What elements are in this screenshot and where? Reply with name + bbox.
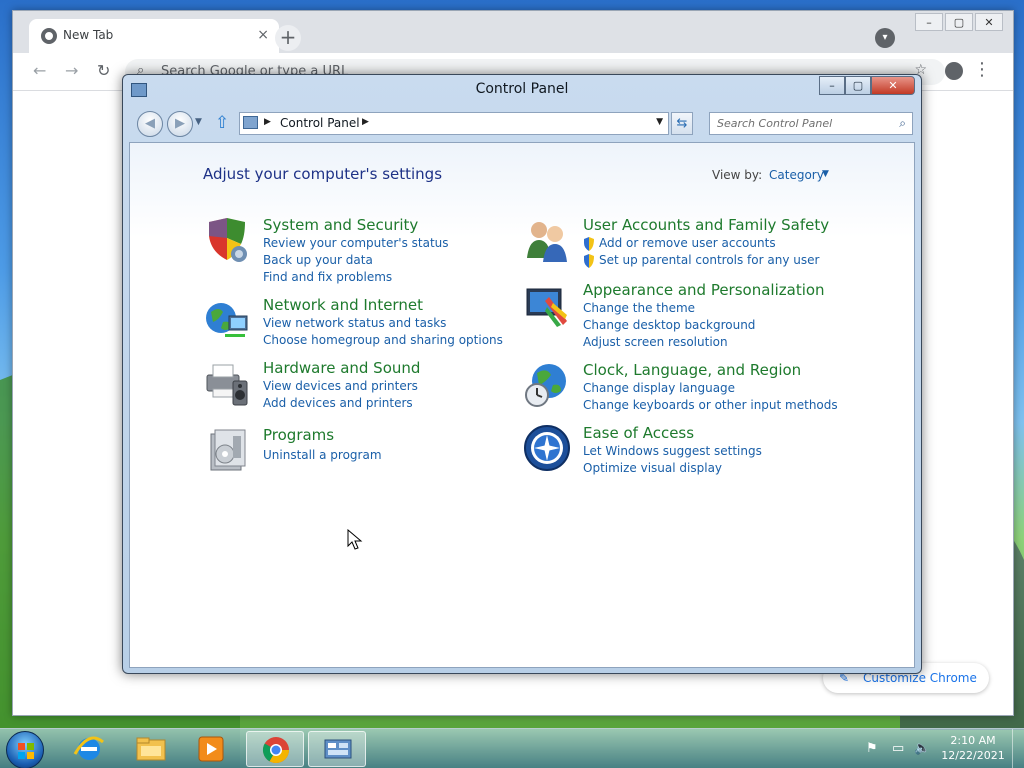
view-by-label: View by: bbox=[712, 168, 763, 182]
clock-time: 2:10 AM bbox=[950, 734, 996, 747]
new-tab-button[interactable]: + bbox=[275, 25, 301, 51]
ease-of-access-icon bbox=[524, 425, 570, 471]
breadcrumb-arrow-icon[interactable]: ▶ bbox=[264, 117, 271, 127]
chrome-close-button[interactable]: ✕ bbox=[975, 13, 1003, 31]
category-title[interactable]: User Accounts and Family Safety bbox=[583, 216, 829, 234]
breadcrumb-arrow-icon[interactable]: ▶ bbox=[362, 117, 369, 127]
chrome-maximize-button[interactable]: ▢ bbox=[945, 13, 973, 31]
uac-shield-icon bbox=[584, 237, 594, 251]
link-review-status[interactable]: Review your computer's status bbox=[263, 236, 449, 250]
profile-avatar-icon[interactable] bbox=[945, 62, 963, 80]
media-player-icon bbox=[198, 736, 224, 762]
category-title[interactable]: System and Security bbox=[263, 216, 418, 234]
link-uninstall-program[interactable]: Uninstall a program bbox=[263, 448, 382, 462]
link-back-up-data[interactable]: Back up your data bbox=[263, 253, 373, 267]
link-find-fix-problems[interactable]: Find and fix problems bbox=[263, 270, 392, 284]
taskbar-internet-explorer[interactable] bbox=[60, 731, 118, 767]
link-display-language[interactable]: Change display language bbox=[583, 381, 735, 395]
chrome-tab-title: New Tab bbox=[63, 28, 114, 42]
monitor-paint-icon bbox=[526, 288, 567, 327]
chrome-menu-icon[interactable]: ⋮ bbox=[973, 59, 991, 80]
link-view-devices-printers[interactable]: View devices and printers bbox=[263, 379, 418, 393]
file-explorer-icon bbox=[136, 737, 166, 761]
control-panel-crumb-icon bbox=[243, 116, 258, 129]
page-title: Adjust your computer's settings bbox=[203, 165, 443, 183]
taskbar-chrome[interactable] bbox=[246, 731, 304, 767]
system-clock[interactable]: 2:10 AM 12/22/2021 bbox=[937, 733, 1009, 763]
address-dropdown-icon[interactable]: ▼ bbox=[656, 117, 663, 127]
chrome-tab-new-tab[interactable]: New Tab × bbox=[29, 19, 279, 53]
uac-shield-icon bbox=[584, 254, 594, 268]
category-title[interactable]: Network and Internet bbox=[263, 296, 423, 314]
mouse-cursor-icon bbox=[347, 529, 363, 550]
breadcrumb-control-panel[interactable]: Control Panel bbox=[280, 116, 360, 130]
link-keyboards-input[interactable]: Change keyboards or other input methods bbox=[583, 398, 838, 412]
refresh-button[interactable]: ⇆ bbox=[671, 112, 693, 135]
network-icon[interactable]: ▭ bbox=[892, 741, 904, 756]
action-center-flag-icon[interactable]: ⚑ bbox=[866, 741, 878, 756]
taskbar-file-explorer[interactable] bbox=[122, 731, 180, 767]
cp-window-controls: – ▢ ✕ bbox=[819, 76, 915, 95]
control-panel-content: Adjust your computer's settings View by:… bbox=[129, 142, 915, 668]
chevron-down-icon[interactable]: ▼ bbox=[822, 169, 829, 179]
link-homegroup-sharing[interactable]: Choose homegroup and sharing options bbox=[263, 333, 503, 347]
link-screen-resolution[interactable]: Adjust screen resolution bbox=[583, 335, 728, 349]
search-placeholder: Search Control Panel bbox=[717, 117, 833, 130]
chrome-window-controls: – ▢ ✕ bbox=[915, 13, 1003, 31]
cp-maximize-button[interactable]: ▢ bbox=[845, 76, 871, 95]
tab-close-icon[interactable]: × bbox=[257, 27, 269, 43]
link-add-remove-accounts[interactable]: Add or remove user accounts bbox=[599, 236, 776, 250]
taskbar-media-player[interactable] bbox=[182, 731, 240, 767]
search-control-panel-input[interactable]: Search Control Panel ⌕ bbox=[709, 112, 913, 135]
start-button[interactable] bbox=[6, 731, 44, 768]
category-title[interactable]: Ease of Access bbox=[583, 424, 694, 442]
chrome-tabstrip: New Tab × + ▾ – ▢ ✕ bbox=[13, 11, 1013, 53]
shield-icon bbox=[209, 218, 247, 262]
users-icon bbox=[527, 222, 567, 262]
category-title[interactable]: Hardware and Sound bbox=[263, 359, 420, 377]
taskbar-control-panel[interactable] bbox=[308, 731, 366, 767]
link-change-theme[interactable]: Change the theme bbox=[583, 301, 695, 315]
view-by-dropdown[interactable]: Category bbox=[769, 168, 824, 182]
category-title[interactable]: Appearance and Personalization bbox=[583, 281, 825, 299]
forward-arrow-icon[interactable]: → bbox=[65, 61, 78, 80]
printer-speaker-icon bbox=[206, 364, 248, 406]
control-panel-icon bbox=[324, 739, 352, 759]
chrome-favicon-icon bbox=[41, 28, 57, 44]
programs-box-icon bbox=[210, 429, 246, 471]
category-title[interactable]: Programs bbox=[263, 426, 334, 444]
back-button[interactable]: ◀ bbox=[137, 111, 163, 137]
globe-network-icon bbox=[206, 303, 248, 337]
chrome-minimize-button[interactable]: – bbox=[915, 13, 943, 31]
globe-clock-icon bbox=[525, 364, 566, 407]
back-arrow-icon[interactable]: ← bbox=[33, 61, 46, 80]
link-desktop-background[interactable]: Change desktop background bbox=[583, 318, 755, 332]
taskbar: ⚑ ▭ 🔈 2:10 AM 12/22/2021 bbox=[0, 728, 1024, 768]
clock-date: 12/22/2021 bbox=[941, 749, 1005, 762]
cp-close-button[interactable]: ✕ bbox=[871, 76, 915, 95]
cp-minimize-button[interactable]: – bbox=[819, 76, 845, 95]
control-panel-window: Control Panel – ▢ ✕ ◀ ▶ ▼ ⇧ ▶ Control Pa… bbox=[122, 74, 922, 674]
forward-button[interactable]: ▶ bbox=[167, 111, 193, 137]
link-add-devices-printers[interactable]: Add devices and printers bbox=[263, 396, 413, 410]
address-bar[interactable]: ▶ Control Panel ▶ ▼ bbox=[239, 112, 669, 135]
recent-pages-dropdown-icon[interactable]: ▼ bbox=[195, 117, 202, 127]
up-arrow-icon[interactable]: ⇧ bbox=[215, 113, 229, 133]
link-optimize-visual[interactable]: Optimize visual display bbox=[583, 461, 722, 475]
reload-icon[interactable]: ↻ bbox=[97, 61, 110, 80]
chrome-tab-search-icon[interactable]: ▾ bbox=[875, 28, 895, 48]
link-view-network-status[interactable]: View network status and tasks bbox=[263, 316, 446, 330]
search-icon[interactable]: ⌕ bbox=[899, 116, 906, 131]
category-title[interactable]: Clock, Language, and Region bbox=[583, 361, 801, 379]
windows-logo-icon bbox=[18, 743, 34, 759]
show-desktop-button[interactable] bbox=[1012, 729, 1024, 768]
link-suggest-settings[interactable]: Let Windows suggest settings bbox=[583, 444, 762, 458]
link-parental-controls[interactable]: Set up parental controls for any user bbox=[599, 253, 819, 267]
window-title: Control Panel bbox=[475, 81, 569, 97]
volume-icon[interactable]: 🔈 bbox=[914, 741, 930, 756]
internet-explorer-icon bbox=[73, 736, 104, 760]
chrome-icon bbox=[262, 737, 290, 764]
